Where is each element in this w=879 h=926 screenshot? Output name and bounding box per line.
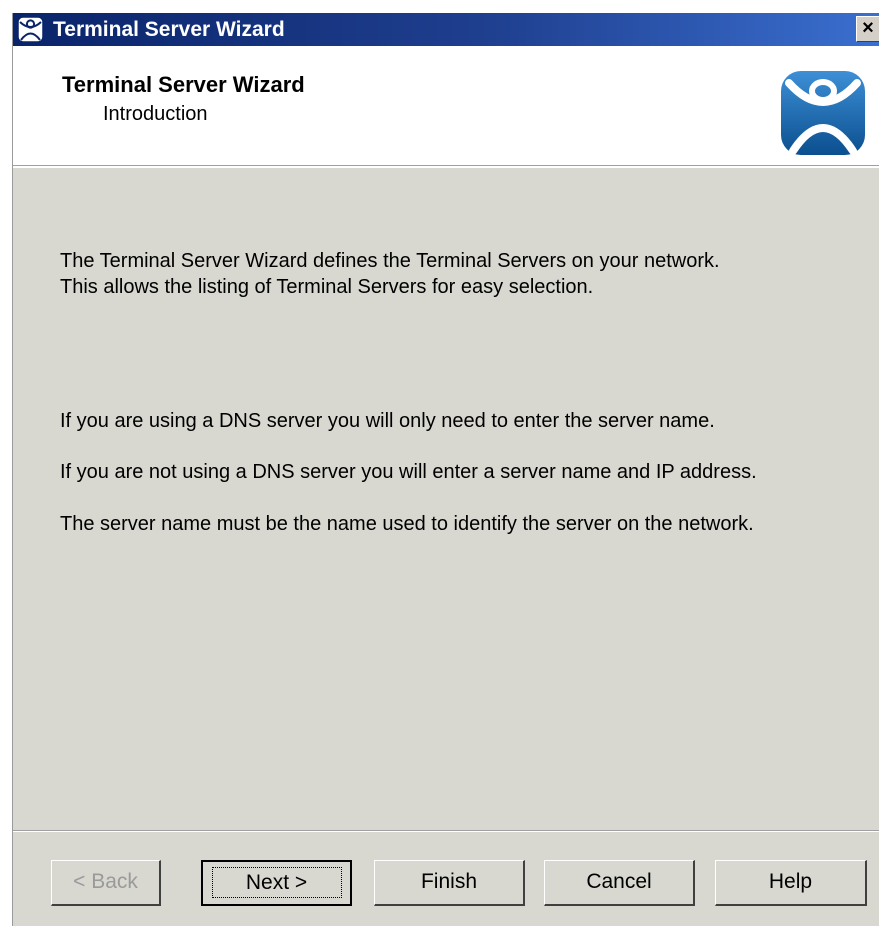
server-name-info-text: The server name must be the name used to… bbox=[60, 513, 754, 535]
title-bar[interactable]: Terminal Server Wizard × bbox=[13, 13, 879, 46]
intro-line-1: The Terminal Server Wizard defines the T… bbox=[60, 250, 720, 272]
footer-divider bbox=[13, 830, 879, 832]
cancel-button[interactable]: Cancel bbox=[544, 860, 695, 906]
header-subtitle: Introduction bbox=[103, 103, 208, 125]
app-logo-icon bbox=[17, 16, 44, 43]
wizard-header: Terminal Server Wizard Introduction bbox=[13, 46, 879, 166]
window-title: Terminal Server Wizard bbox=[53, 18, 285, 41]
back-button[interactable]: < Back bbox=[51, 860, 161, 906]
header-title: Terminal Server Wizard bbox=[62, 72, 305, 97]
thinmanager-person-logo-icon bbox=[781, 71, 865, 155]
finish-button[interactable]: Finish bbox=[374, 860, 525, 906]
wizard-window: Terminal Server Wizard × Terminal Server… bbox=[12, 13, 879, 926]
intro-line-2: This allows the listing of Terminal Serv… bbox=[60, 276, 594, 298]
next-button[interactable]: Next > bbox=[201, 860, 352, 906]
dns-info-text: If you are using a DNS server you will o… bbox=[60, 410, 715, 432]
close-button[interactable]: × bbox=[856, 16, 879, 42]
no-dns-info-text: If you are not using a DNS server you wi… bbox=[60, 461, 757, 483]
close-icon: × bbox=[862, 17, 874, 39]
help-button[interactable]: Help bbox=[715, 860, 867, 906]
header-divider bbox=[13, 166, 879, 168]
